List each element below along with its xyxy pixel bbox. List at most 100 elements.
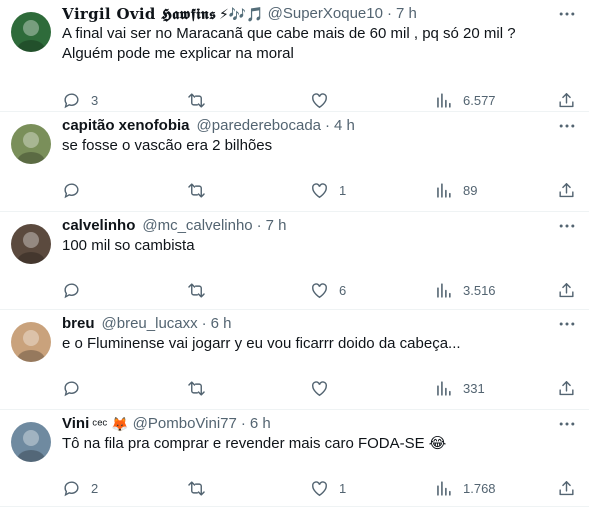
reply-icon — [62, 181, 81, 200]
reply-button[interactable] — [62, 280, 91, 300]
reply-icon — [62, 479, 81, 498]
views-button[interactable]: 3.516 — [434, 280, 496, 300]
reply-button[interactable] — [62, 378, 91, 398]
reply-icon — [62, 91, 81, 110]
retweet-button[interactable] — [187, 280, 216, 300]
tweet-header: capitão xenofobia @parederebocada · 4 h — [62, 116, 539, 136]
views-icon — [434, 181, 453, 200]
avatar[interactable] — [11, 12, 51, 52]
avatar[interactable] — [11, 124, 51, 164]
tweet-actions: 1 89 — [52, 180, 582, 200]
tweet-header: breu @breu_lucaxx · 6 h — [62, 314, 539, 334]
reply-button[interactable] — [62, 180, 91, 200]
tweet-text-line: A final vai ser no Maracanã que cabe mai… — [62, 25, 516, 42]
user-handle[interactable]: @parederebocada — [197, 116, 321, 136]
separator-dot: · — [256, 217, 262, 234]
like-button[interactable]: 6 — [310, 280, 346, 300]
tweet-text-line: 100 mil so cambista — [62, 237, 195, 254]
tweet-text: Tô na fila pra comprar e revender mais c… — [62, 434, 559, 454]
user-handle[interactable]: @mc_calvelinho — [142, 216, 252, 236]
display-name[interactable]: calvelinho — [62, 216, 135, 236]
share-icon — [557, 479, 576, 498]
tweet[interactable]: Vini ᶜᵉᶜ 🦊 @PomboVini77 · 6 h Tô na fila pra … — [0, 410, 589, 507]
tweet[interactable]: breu @breu_lucaxx · 6 he o Fluminense vai j… — [0, 310, 589, 410]
tweet-header: 𝐕𝐢𝐫𝐠𝐢𝐥 𝐎𝐯𝐢𝐝 𝕳𝖆𝖜𝖋𝖎𝖓𝖘 ⚡🎶🎵 @SuperXoque10 · 7 h — [62, 4, 539, 24]
separator-dot: · — [325, 117, 331, 134]
like-count: 1 — [339, 182, 347, 198]
tweet-time[interactable]: 6 h — [250, 414, 271, 434]
user-handle[interactable]: @breu_lucaxx — [102, 314, 198, 334]
tweet-actions: 2 1 1.768 — [52, 478, 582, 498]
tweet-actions: 3 6.577 — [52, 90, 582, 110]
more-button[interactable] — [557, 216, 577, 236]
retweet-icon — [187, 281, 206, 300]
avatar[interactable] — [11, 224, 51, 264]
reply-button[interactable]: 2 — [62, 478, 98, 498]
retweet-button[interactable] — [187, 378, 216, 398]
display-name[interactable]: breu — [62, 314, 95, 334]
separator-dot: · — [240, 415, 246, 432]
views-button[interactable]: 331 — [434, 378, 485, 398]
avatar[interactable] — [11, 322, 51, 362]
view-count: 331 — [463, 380, 485, 396]
user-handle[interactable]: @PomboVini77 — [133, 414, 237, 434]
tweet-text-line: Tô na fila pra comprar e revender mais c… — [62, 435, 447, 452]
like-button[interactable] — [310, 378, 339, 398]
tweet-text: 100 mil so cambista — [62, 236, 559, 256]
tweet-header: Vini ᶜᵉᶜ 🦊 @PomboVini77 · 6 h — [62, 414, 539, 434]
more-button[interactable] — [557, 314, 577, 334]
reply-button[interactable]: 3 — [62, 90, 98, 110]
share-button[interactable] — [557, 478, 576, 498]
retweet-icon — [187, 479, 206, 498]
tweet-time[interactable]: 6 h — [211, 314, 232, 334]
avatar[interactable] — [11, 422, 51, 462]
tweet-text: e o Fluminense vai jogarr y eu vou ficar… — [62, 334, 559, 354]
heart-icon — [310, 479, 329, 498]
heart-icon — [310, 281, 329, 300]
views-button[interactable]: 6.577 — [434, 90, 496, 110]
retweet-button[interactable] — [187, 478, 216, 498]
view-count: 1.768 — [463, 480, 496, 496]
heart-icon — [310, 91, 329, 110]
retweet-button[interactable] — [187, 90, 216, 110]
more-button[interactable] — [557, 4, 577, 24]
views-icon — [434, 479, 453, 498]
reply-icon — [62, 379, 81, 398]
separator-dot: · — [201, 315, 207, 332]
tweet-time[interactable]: 7 h — [266, 216, 287, 236]
display-name[interactable]: capitão xenofobia — [62, 116, 190, 136]
like-button[interactable] — [310, 90, 339, 110]
reply-icon — [62, 281, 81, 300]
tweet-text: se fosse o vascão era 2 bilhões — [62, 136, 559, 156]
tweet-actions: 6 3.516 — [52, 280, 582, 300]
like-count: 6 — [339, 282, 347, 298]
more-button[interactable] — [557, 414, 577, 434]
more-button[interactable] — [557, 116, 577, 136]
name-emojis: ⚡🎶🎵 — [218, 6, 264, 22]
like-button[interactable]: 1 — [310, 180, 346, 200]
tweet[interactable]: 𝐕𝐢𝐫𝐠𝐢𝐥 𝐎𝐯𝐢𝐝 𝕳𝖆𝖜𝖋𝖎𝖓𝖘 ⚡🎶🎵 @SuperXoque10 · 7 hA… — [0, 0, 589, 112]
tweet-header: calvelinho @mc_calvelinho · 7 h — [62, 216, 539, 236]
view-count: 89 — [463, 182, 478, 198]
views-button[interactable]: 1.768 — [434, 478, 496, 498]
like-button[interactable]: 1 — [310, 478, 346, 498]
tweet-text-line: e o Fluminense vai jogarr y eu vou ficar… — [62, 335, 461, 352]
display-name[interactable]: 𝐕𝐢𝐫𝐠𝐢𝐥 𝐎𝐯𝐢𝐝 𝕳𝖆𝖜𝖋𝖎𝖓𝖘 — [62, 4, 216, 24]
views-button[interactable]: 89 — [434, 180, 477, 200]
tweet-time[interactable]: 4 h — [334, 116, 355, 136]
retweet-button[interactable] — [187, 180, 216, 200]
view-count: 3.516 — [463, 282, 496, 298]
reply-feed: 𝐕𝐢𝐫𝐠𝐢𝐥 𝐎𝐯𝐢𝐝 𝕳𝖆𝖜𝖋𝖎𝖓𝖘 ⚡🎶🎵 @SuperXoque10 · 7 hA… — [0, 0, 589, 507]
views-icon — [434, 281, 453, 300]
display-name[interactable]: Vini — [62, 414, 89, 434]
user-handle[interactable]: @SuperXoque10 — [268, 4, 383, 24]
views-icon — [434, 91, 453, 110]
tweet-time[interactable]: 7 h — [396, 4, 417, 24]
tweet[interactable]: calvelinho @mc_calvelinho · 7 h 100 mil so c… — [0, 212, 589, 310]
tweet-text-line: Alguém pode me explicar na moral — [62, 45, 294, 62]
tweet[interactable]: capitão xenofobia @parederebocada · 4 h se f… — [0, 112, 589, 212]
retweet-icon — [187, 181, 206, 200]
like-count: 1 — [339, 480, 347, 496]
tweet-text: A final vai ser no Maracanã que cabe mai… — [62, 24, 559, 64]
view-count: 6.577 — [463, 92, 496, 108]
